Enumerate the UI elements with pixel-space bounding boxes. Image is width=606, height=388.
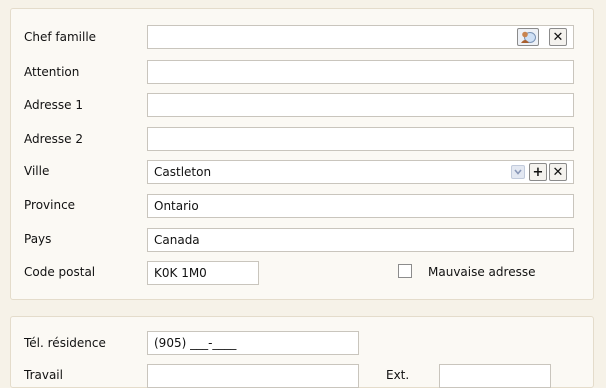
bad-address-checkbox[interactable] (398, 264, 412, 278)
lookup-person-button[interactable] (517, 28, 539, 46)
country-field[interactable]: Canada (147, 228, 574, 252)
clear-city-button[interactable]: ✕ (549, 163, 567, 181)
address2-label: Adresse 2 (24, 132, 84, 146)
ext-field[interactable] (439, 364, 551, 388)
city-dropdown-button[interactable] (511, 165, 525, 179)
address1-field[interactable] (147, 93, 574, 117)
bad-address-label: Mauvaise adresse (428, 265, 536, 279)
address-panel (10, 8, 594, 300)
close-icon: ✕ (552, 29, 564, 45)
close-icon: ✕ (552, 164, 564, 180)
province-label: Province (24, 198, 76, 212)
ext-label: Ext. (386, 368, 410, 382)
attention-field[interactable] (147, 60, 574, 84)
head-of-family-label: Chef famille (24, 30, 97, 44)
work-phone-label: Travail (24, 368, 63, 382)
work-phone-field[interactable] (147, 364, 359, 388)
head-of-family-field[interactable] (147, 25, 574, 49)
clear-head-of-family-button[interactable]: ✕ (549, 28, 567, 46)
home-phone-field[interactable]: (905) ___-____ (147, 331, 359, 355)
address2-field[interactable] (147, 127, 574, 151)
country-label: Pays (24, 232, 52, 246)
city-label: Ville (24, 164, 50, 178)
person-lookup-icon (521, 31, 536, 43)
add-city-button[interactable]: + (529, 163, 547, 181)
chevron-down-icon (514, 169, 522, 175)
home-phone-label: Tél. résidence (24, 336, 106, 350)
postal-code-field[interactable]: K0K 1M0 (147, 261, 259, 285)
address1-label: Adresse 1 (24, 98, 84, 112)
attention-label: Attention (24, 65, 80, 79)
postal-code-label: Code postal (24, 265, 96, 279)
city-select[interactable]: Castleton (147, 160, 574, 184)
plus-icon: + (532, 164, 544, 180)
province-field[interactable]: Ontario (147, 194, 574, 218)
